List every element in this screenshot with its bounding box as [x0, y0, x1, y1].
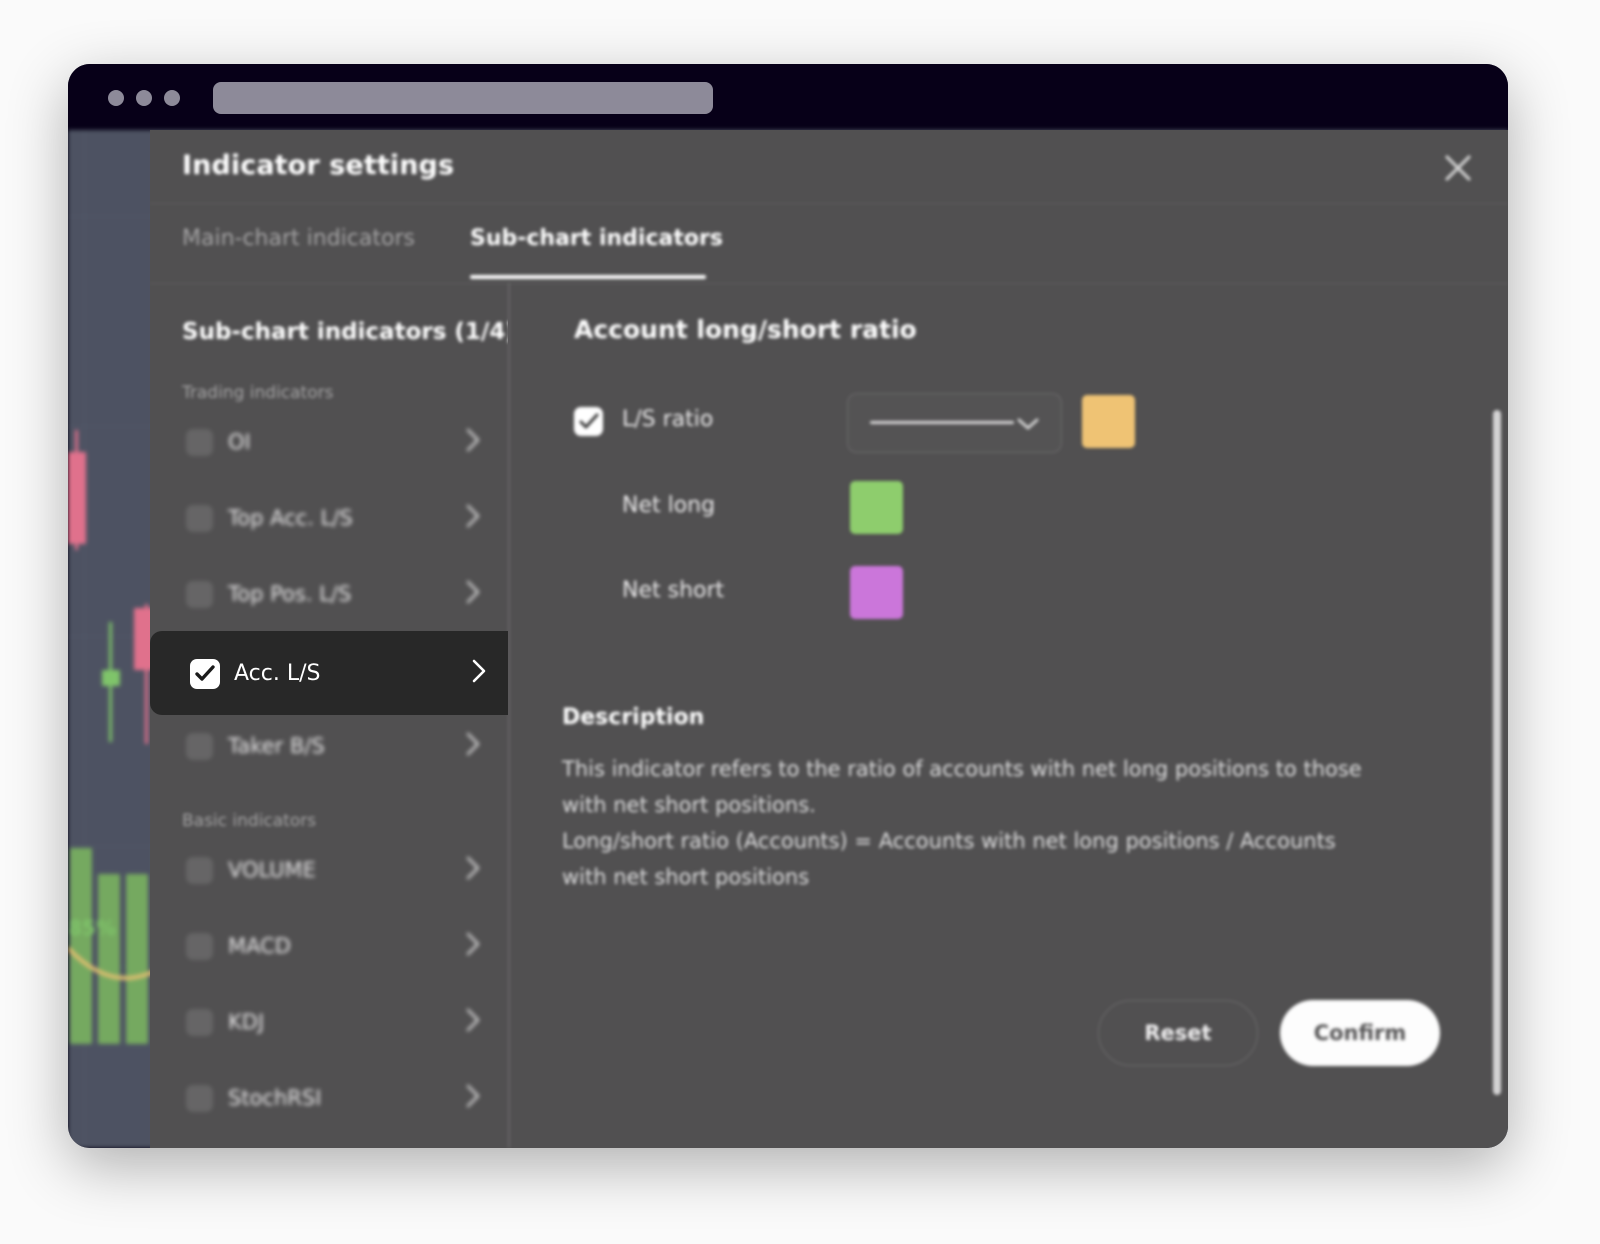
checkbox-top-acc-ls[interactable] [186, 504, 213, 532]
indicator-label: Top Pos. L/S [228, 582, 352, 606]
indicator-item-kdj[interactable]: KDJ [150, 991, 508, 1053]
close-icon[interactable] [1438, 148, 1478, 188]
reset-button[interactable]: Reset [1098, 1000, 1258, 1066]
indicator-label: VOLUME [228, 858, 316, 882]
chevron-right-icon [466, 1008, 480, 1036]
checkbox-macd[interactable] [186, 932, 213, 960]
indicator-label: StochRSI [228, 1086, 322, 1110]
chevron-right-icon [466, 580, 480, 608]
indicator-label: KDJ [228, 1010, 265, 1034]
line-style-select[interactable] [847, 393, 1062, 453]
indicator-item-acc-ls[interactable]: Acc. L/S [150, 631, 508, 715]
indicator-item-oi[interactable]: OI [150, 411, 508, 473]
browser-window: 85% Indicator settings Main-chart indica… [68, 64, 1508, 1148]
chevron-right-icon [466, 732, 480, 760]
indicator-label: MACD [228, 934, 291, 958]
tab-sub-chart-indicators[interactable]: Sub-chart indicators [470, 226, 723, 251]
indicator-label: Top Acc. L/S [228, 506, 353, 530]
color-swatch-net-short[interactable] [850, 566, 903, 619]
indicator-label: Taker B/S [228, 734, 325, 758]
dialog-header: Indicator settings [150, 130, 1508, 204]
checkbox-volume[interactable] [186, 856, 213, 884]
line-style-preview [870, 421, 1014, 424]
color-swatch-ls-ratio[interactable] [1082, 395, 1135, 448]
indicator-item-stochrsi[interactable]: StochRSI [150, 1067, 508, 1129]
description-text: This indicator refers to the ratio of ac… [562, 757, 1362, 889]
browser-titlebar [68, 64, 1508, 130]
series-row-net-long: Net long [510, 473, 1508, 543]
detail-title: Account long/short ratio [574, 315, 917, 344]
sidebar-title: Sub-chart indicators (1/4) [182, 319, 508, 345]
checkbox-acc-ls[interactable] [190, 659, 220, 689]
checkbox-stochrsi[interactable] [186, 1084, 213, 1112]
chevron-right-icon [466, 504, 480, 532]
checkbox-top-pos-ls[interactable] [186, 580, 213, 608]
description-heading: Description [562, 705, 705, 730]
active-tab-underline [470, 275, 706, 279]
chevron-down-icon [1017, 416, 1039, 435]
chevron-right-icon [466, 428, 480, 456]
dialog-tabs: Main-chart indicators Sub-chart indicato… [150, 203, 1508, 284]
checkbox-taker-bs[interactable] [186, 732, 213, 760]
chevron-right-icon [466, 932, 480, 960]
color-swatch-net-long[interactable] [850, 481, 903, 534]
indicator-item-volume[interactable]: VOLUME [150, 839, 508, 901]
indicator-item-top-acc-ls[interactable]: Top Acc. L/S [150, 487, 508, 549]
confirm-button[interactable]: Confirm [1280, 1000, 1440, 1066]
group-label-trading-indicators: Trading indicators [182, 383, 334, 403]
indicator-label: OI [228, 430, 251, 454]
chart-percent-label: 85% [68, 916, 116, 940]
dialog-title: Indicator settings [182, 150, 455, 181]
minimize-dot[interactable] [136, 90, 152, 106]
checkbox-ls-ratio[interactable] [574, 407, 603, 436]
dialog-scrollbar[interactable] [1493, 410, 1501, 1095]
series-label: L/S ratio [622, 407, 714, 432]
maximize-dot[interactable] [164, 90, 180, 106]
chevron-right-icon [472, 659, 486, 687]
group-label-basic-indicators: Basic indicators [182, 811, 317, 831]
series-label: Net long [622, 493, 716, 518]
indicator-item-taker-bs[interactable]: Taker B/S [150, 715, 508, 777]
checkbox-kdj[interactable] [186, 1008, 213, 1036]
chevron-right-icon [466, 1084, 480, 1112]
series-row-ls-ratio: L/S ratio [510, 387, 1508, 457]
series-label: Net short [622, 578, 725, 603]
tab-main-chart-indicators[interactable]: Main-chart indicators [182, 226, 415, 251]
checkbox-oi[interactable] [186, 428, 213, 456]
series-row-net-short: Net short [510, 558, 1508, 628]
indicator-list-panel: Sub-chart indicators (1/4) Trading indic… [150, 283, 508, 1148]
indicator-item-macd[interactable]: MACD [150, 915, 508, 977]
chevron-right-icon [466, 856, 480, 884]
indicator-settings-dialog: Indicator settings Main-chart indicators… [150, 130, 1508, 1148]
indicator-item-top-pos-ls[interactable]: Top Pos. L/S [150, 563, 508, 625]
url-bar[interactable] [213, 82, 713, 114]
close-dot[interactable] [108, 90, 124, 106]
indicator-label: Acc. L/S [234, 660, 321, 686]
